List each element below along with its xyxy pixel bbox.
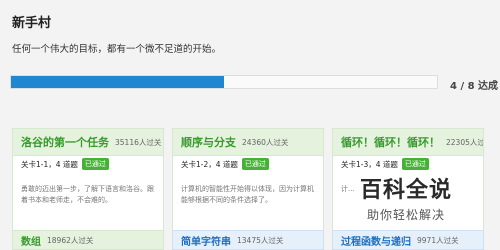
progress-fill [11,76,224,88]
card-passed-count: 22305人过关 [446,137,483,147]
watermark-sub: 助你轻松解决 [366,208,445,222]
card-task-1[interactable]: 洛谷的第一个任务 35116人过关 关卡1-1，4 道题 已通过 勇敢的迈出第一… [12,128,164,232]
card-functions-recursion[interactable]: 过程函数与递归 9971人过关 [332,230,484,250]
card-header: 洛谷的第一个任务 35116人过关 [13,129,163,156]
watermark-main: 百科全说 [359,178,452,203]
watermark-logo: 百科全说 助你轻松解决 [345,172,467,223]
card-passed-count: 9971人过关 [417,235,459,245]
card-passed-count: 24360人过关 [242,137,289,147]
status-badge: 已通过 [241,158,269,170]
page-title: 新手村 [12,16,52,31]
card-passed-count: 13475人过关 [237,235,284,245]
card-meta-text: 关卡1-3，4 道题 [341,159,398,169]
card-title[interactable]: 数组 [21,233,41,248]
page-subtitle: 任何一个伟大的目标，都有一个微不足道的开始。 [12,44,222,55]
card-meta: 关卡1-2，4 道题 已通过 [181,158,269,170]
card-title[interactable]: 过程函数与递归 [341,233,411,248]
card-passed-count: 35116人过关 [115,137,162,147]
progress-text: 4 / 8 达成 [450,81,499,92]
card-simple-string[interactable]: 简单字符串 13475人过关 [172,230,324,250]
card-task-2[interactable]: 顺序与分支 24360人过关 关卡1-2，4 道题 已通过 计算机的智能性开始得… [172,128,324,232]
card-meta-text: 关卡1-1，4 道题 [21,159,78,169]
status-badge: 已通过 [401,158,429,170]
card-meta-text: 关卡1-2，4 道题 [181,159,238,169]
status-badge: 已通过 [81,158,109,170]
card-description: 计算机的智能性开始得以体现，因为计算机能够根据不同的条件选择了。 [181,185,314,204]
progress-bar [10,75,438,89]
card-meta: 关卡1-3，4 道题 已通过 [341,158,429,170]
card-passed-count: 18962人过关 [47,235,94,245]
card-title[interactable]: 循环！循环！循环！ [341,134,440,150]
card-array[interactable]: 数组 18962人过关 [12,230,164,250]
card-title[interactable]: 顺序与分支 [181,134,236,150]
card-description: 勇敢的迈出第一步，了解下语言和洛谷。跟着书本和老师走，不会难的。 [21,185,154,204]
card-header: 循环！循环！循环！ 22305人过关 [333,129,483,156]
card-title[interactable]: 洛谷的第一个任务 [21,134,109,150]
card-header: 顺序与分支 24360人过关 [173,129,323,156]
card-title[interactable]: 简单字符串 [181,233,231,248]
card-meta: 关卡1-1，4 道题 已通过 [21,158,109,170]
